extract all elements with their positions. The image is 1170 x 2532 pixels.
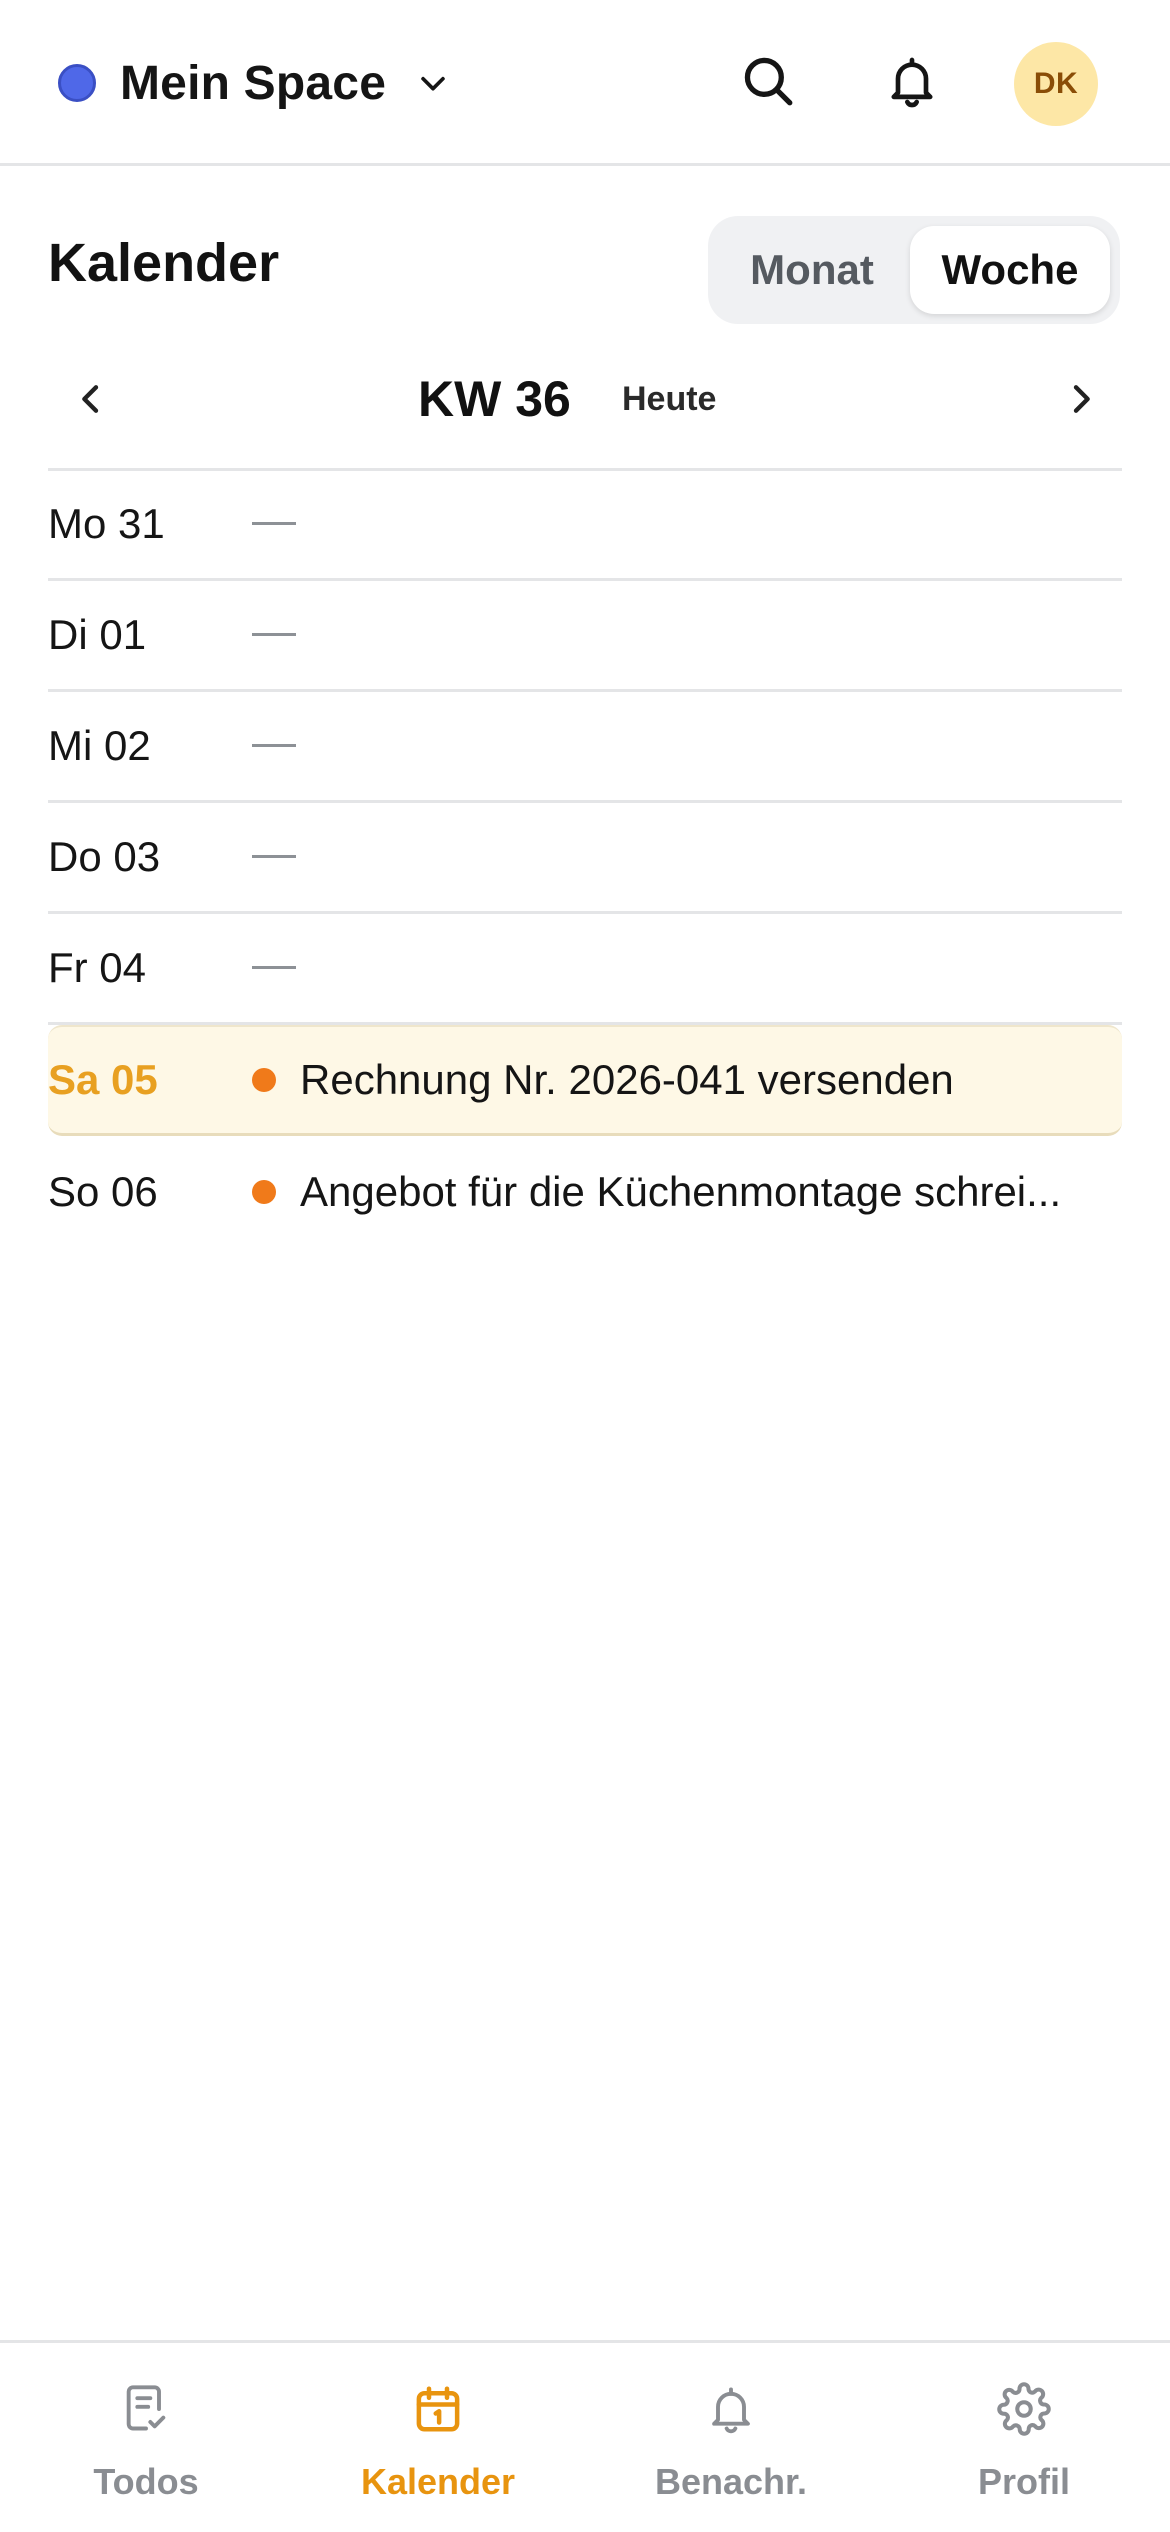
- space-name: Mein Space: [120, 56, 387, 110]
- week-day-list: Mo 31 Di 01 Mi 02 Do 03 Fr 04 Sa 05 Rech…: [48, 470, 1122, 1247]
- day-label: Di 01: [48, 611, 147, 658]
- event-title[interactable]: Rechnung Nr. 2026-041 versenden: [300, 1056, 1118, 1104]
- day-label: Fr 04: [48, 944, 147, 991]
- top-bar: Mein Space DK: [0, 0, 1170, 166]
- empty-day-dash: [252, 966, 296, 969]
- day-row[interactable]: Di 01: [48, 581, 1122, 692]
- nav-item-profil[interactable]: Profil: [878, 2343, 1170, 2532]
- avatar[interactable]: DK: [1014, 42, 1098, 126]
- next-week-button[interactable]: [1046, 366, 1116, 436]
- todo-list-icon: [116, 2379, 176, 2439]
- event-title[interactable]: Angebot für die Küchenmontage schrei...: [300, 1168, 1118, 1216]
- bell-icon: [701, 2379, 761, 2439]
- day-label: Do 03: [48, 833, 161, 880]
- empty-day-dash: [252, 855, 296, 858]
- page-title: Kalender: [48, 233, 280, 293]
- nav-label: Profil: [977, 2461, 1070, 2502]
- event-dot: [252, 1179, 276, 1204]
- bottom-nav: Todos Kalender Benachr. Profil: [0, 2340, 1170, 2532]
- day-row[interactable]: Do 03: [48, 803, 1122, 914]
- space-switcher[interactable]: Mein Space: [58, 50, 450, 116]
- gear-icon: [994, 2379, 1054, 2439]
- day-row[interactable]: Fr 04: [48, 914, 1122, 1025]
- day-label: Sa 05: [48, 1056, 158, 1103]
- nav-label: Todos: [93, 2461, 199, 2502]
- day-label: Mi 02: [48, 722, 151, 769]
- day-row-today[interactable]: Sa 05 Rechnung Nr. 2026-041 versenden: [48, 1025, 1122, 1136]
- day-row[interactable]: So 06 Angebot für die Küchenmontage schr…: [48, 1136, 1122, 1247]
- search-icon: [739, 52, 797, 115]
- day-row[interactable]: Mi 02: [48, 692, 1122, 803]
- today-button[interactable]: Heute: [622, 380, 716, 419]
- nav-item-kalender[interactable]: Kalender: [292, 2343, 584, 2532]
- previous-week-button[interactable]: [56, 366, 126, 436]
- view-toggle-month[interactable]: Monat: [720, 226, 904, 314]
- space-color-dot: [58, 64, 96, 102]
- notifications-button[interactable]: [879, 50, 945, 116]
- empty-day-dash: [252, 522, 296, 525]
- search-button[interactable]: [735, 50, 801, 116]
- nav-item-benachrichtigungen[interactable]: Benachr.: [585, 2343, 877, 2532]
- bell-icon: [884, 53, 940, 114]
- chevron-right-icon: [1061, 379, 1101, 424]
- chevron-down-icon: [416, 66, 450, 100]
- empty-day-dash: [252, 633, 296, 636]
- calendar-icon: [408, 2379, 468, 2439]
- week-label: KW 36: [418, 371, 571, 427]
- view-toggle-week[interactable]: Woche: [910, 226, 1110, 314]
- nav-label: Benachr.: [654, 2461, 808, 2502]
- chevron-left-icon: [71, 379, 111, 424]
- day-row[interactable]: Mo 31: [48, 470, 1122, 581]
- nav-item-todos[interactable]: Todos: [0, 2343, 292, 2532]
- event-dot: [252, 1068, 276, 1092]
- view-toggle: Monat Woche: [708, 216, 1120, 324]
- nav-label: Kalender: [360, 2461, 516, 2502]
- empty-day-dash: [252, 744, 296, 747]
- day-label: Mo 31: [48, 500, 165, 547]
- day-label: So 06: [48, 1167, 158, 1215]
